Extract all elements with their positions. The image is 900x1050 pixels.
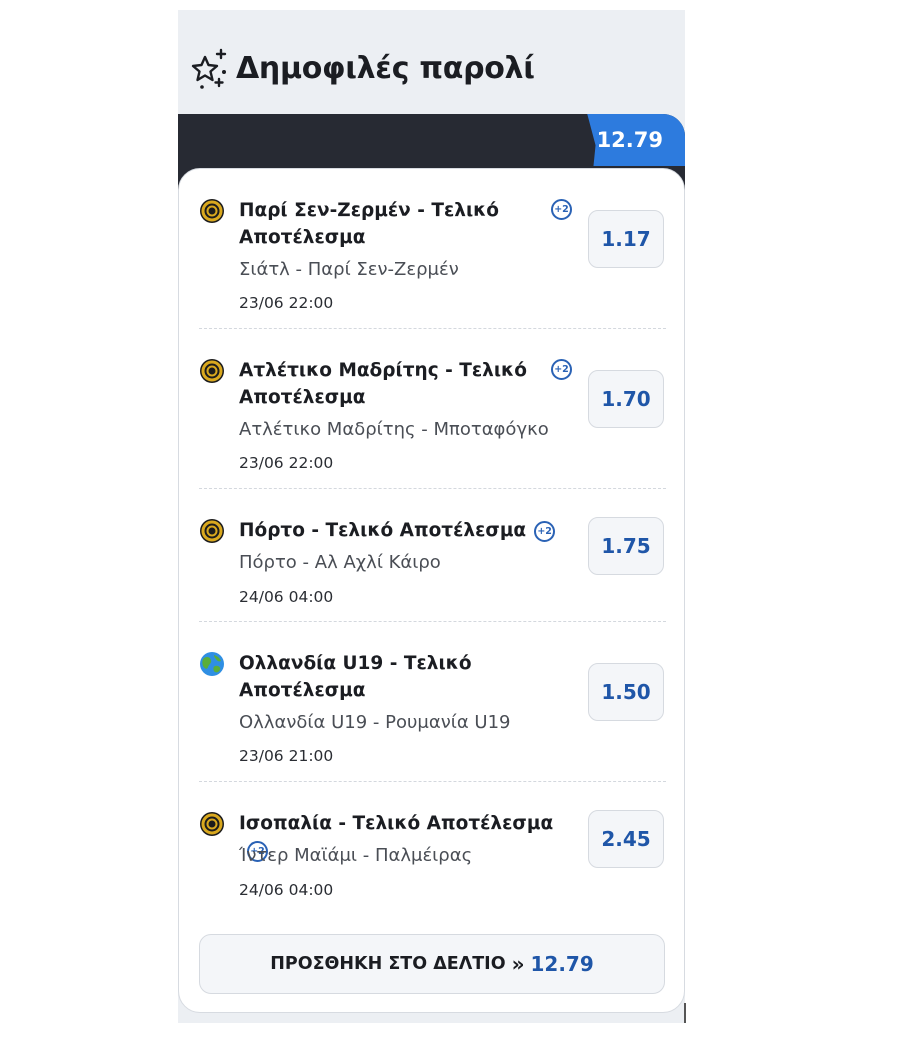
selection-datetime: 23/06 22:00 <box>239 294 334 312</box>
list-item: Παρί Σεν-Ζερμέν - Τελικό Αποτέλεσμα +2 Σ… <box>199 169 666 329</box>
football-ball-icon <box>200 199 224 223</box>
selection-title: Παρί Σεν-Ζερμέν - Τελικό Αποτέλεσμα <box>239 200 500 248</box>
add-button-total-odds: 12.79 <box>530 952 594 976</box>
selection-title: Ατλέτικο Μαδρίτης - Τελικό Αποτέλεσμα <box>239 360 527 408</box>
more-markets-badge[interactable]: +2 <box>551 199 572 220</box>
double-chevron-right-icon: » <box>511 952 525 976</box>
selection-match: Ατλέτικο Μαδρίτης - Μποταφόγκο <box>239 419 549 440</box>
football-ball-icon <box>200 359 224 383</box>
selection-title: Ολλανδία U19 - Τελικό Αποτέλεσμα <box>239 653 472 701</box>
total-odds-value: 12.79 <box>596 128 663 152</box>
odds-button[interactable]: 2.45 <box>588 810 664 868</box>
popular-parlay-panel: Δημοφιλές παρολί 12.79 Παρί Σεν-Ζερμέν -… <box>178 10 685 1023</box>
selection-match: Ίντερ Μαϊάμι - Παλμέιρας <box>239 845 473 866</box>
list-item: Ολλανδία U19 - Τελικό Αποτέλεσμα Ολλανδί… <box>199 622 666 782</box>
page-title: Δημοφιλές παρολί <box>236 51 535 86</box>
list-item: Ατλέτικο Μαδρίτης - Τελικό Αποτέλεσμα +2… <box>199 329 666 489</box>
odds-button[interactable]: 1.70 <box>588 370 664 428</box>
sparkle-star-icon <box>191 48 227 89</box>
divider <box>684 1003 686 1023</box>
odds-button[interactable]: 1.75 <box>588 517 664 575</box>
more-markets-badge[interactable]: +2 <box>534 521 556 542</box>
globe-icon <box>200 652 224 676</box>
selection-datetime: 23/06 22:00 <box>239 454 334 472</box>
selection-match: Ολλανδία U19 - Ρουμανία U19 <box>239 712 511 733</box>
selection-datetime: 24/06 04:00 <box>239 881 334 899</box>
panel-header: Δημοφιλές παρολί <box>178 10 685 115</box>
football-ball-icon <box>200 519 224 543</box>
odds-button[interactable]: 1.17 <box>588 210 664 268</box>
more-markets-badge[interactable]: +2 <box>551 359 572 380</box>
football-ball-icon <box>200 812 224 836</box>
selection-datetime: 24/06 04:00 <box>239 588 334 606</box>
selection-datetime: 23/06 21:00 <box>239 747 334 765</box>
list-item: Πόρτο - Τελικό Αποτέλεσμα +2 Πόρτο - Αλ Α… <box>199 489 666 622</box>
total-odds-badge: 12.79 <box>587 114 685 166</box>
add-to-betslip-button[interactable]: ΠΡΟΣΘΗΚΗ ΣΤΟ ΔΕΛΤΙΟ » 12.79 <box>199 934 665 994</box>
selection-title: Πόρτο - Τελικό Αποτέλεσμα +2 <box>239 517 579 544</box>
list-item: Ισοπαλία - Τελικό Αποτέλεσμα+2 Ίντερ Μαϊ… <box>199 782 666 915</box>
add-button-label: ΠΡΟΣΘΗΚΗ ΣΤΟ ΔΕΛΤΙΟ <box>270 954 506 974</box>
selection-match: Πόρτο - Αλ Αχλί Κάιρο <box>239 552 441 573</box>
selections-card: Παρί Σεν-Ζερμέν - Τελικό Αποτέλεσμα +2 Σ… <box>178 168 685 1013</box>
selection-match: Σιάτλ - Παρί Σεν-Ζερμέν <box>239 259 459 280</box>
odds-button[interactable]: 1.50 <box>588 663 664 721</box>
